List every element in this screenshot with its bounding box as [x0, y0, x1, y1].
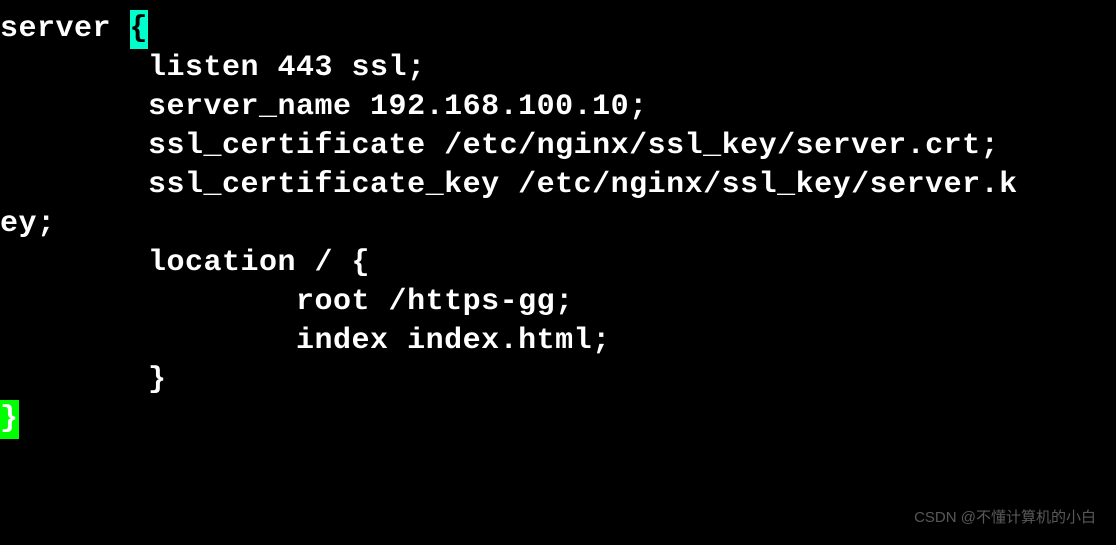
code-line-2: listen 443 ssl; — [0, 49, 1116, 88]
close-brace-highlighted: } — [0, 400, 19, 439]
code-line-12: } — [0, 400, 1116, 439]
server-keyword: server — [0, 12, 130, 46]
code-line-3: server_name 192.168.100.10; — [0, 88, 1116, 127]
code-line-1: server { — [0, 10, 1116, 49]
code-line-11: } — [0, 361, 1116, 400]
code-line-4: ssl_certificate /etc/nginx/ssl_key/serve… — [0, 127, 1116, 166]
watermark-text: CSDN @不懂计算机的小白 — [914, 508, 1096, 528]
code-line-8: location / { — [0, 244, 1116, 283]
open-brace-highlighted: { — [130, 10, 149, 49]
code-line-10: index index.html; — [0, 322, 1116, 361]
code-line-9: root /https-gg; — [0, 283, 1116, 322]
code-line-5: ssl_certificate_key /etc/nginx/ssl_key/s… — [0, 166, 1116, 205]
code-line-6: ey; — [0, 205, 1116, 244]
